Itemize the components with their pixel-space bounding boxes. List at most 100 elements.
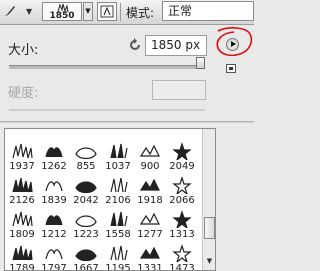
brush-preset-size: 2106 xyxy=(105,195,131,206)
brush-preset-size: 1277 xyxy=(137,229,163,240)
brush-preset-size: 1667 xyxy=(73,263,99,271)
brush-preset-size: 1262 xyxy=(41,161,67,172)
brush-preset-dropdown[interactable]: ▼ xyxy=(83,2,93,21)
brush-preset-cell[interactable]: 1037 xyxy=(103,140,133,172)
hardness-label: 硬度: xyxy=(8,86,39,101)
brush-tip-icon xyxy=(139,246,160,259)
brush-preset-size: 855 xyxy=(76,161,96,172)
brush-tip-icon xyxy=(75,181,97,194)
brush-tip-icon xyxy=(12,211,33,227)
brush-tip-icon xyxy=(110,177,128,193)
brush-tip-icon xyxy=(110,211,128,227)
brush-tip-icon xyxy=(172,176,192,194)
brush-tip-icon xyxy=(172,210,192,228)
brush-preset-size: 1789 xyxy=(9,263,35,271)
brush-tip-icon xyxy=(110,143,128,159)
size-label: 大小: xyxy=(8,43,39,58)
mode-select[interactable]: 正常 xyxy=(162,1,254,21)
brush-preset-cell[interactable]: 1473 xyxy=(167,242,197,271)
brush-preset-picker[interactable]: 1850 xyxy=(42,2,82,21)
brush-tool-button[interactable]: ▼ xyxy=(0,2,38,21)
annotation-circle xyxy=(216,27,253,57)
brush-preset-size: 1918 xyxy=(137,195,163,206)
brush-preset-cell[interactable]: 2049 xyxy=(167,140,197,172)
brush-tip-icon xyxy=(139,212,160,225)
brush-tip-icon xyxy=(45,249,63,260)
brush-preset-size: 2066 xyxy=(169,195,195,206)
hardness-input xyxy=(152,80,206,100)
brush-preset-cell[interactable]: 2066 xyxy=(167,174,197,206)
toggle-brush-panel-button[interactable] xyxy=(97,2,117,21)
brush-preset-size: 1558 xyxy=(105,229,131,240)
panel-divider xyxy=(0,121,254,125)
brush-presets-grid: 1937 1262 855 1037 900 2049 2126 1839 2042 2106 19… xyxy=(4,128,216,271)
brush-tip-icon xyxy=(172,244,192,262)
brush-preset-cell[interactable]: 2106 xyxy=(103,174,133,206)
brush-tip-icon xyxy=(75,147,97,160)
brush-preset-cell[interactable]: 1313 xyxy=(167,208,197,240)
size-input[interactable]: 1850 px xyxy=(145,35,207,56)
brush-preset-size: 1850 xyxy=(49,11,75,21)
size-slider-thumb[interactable] xyxy=(196,57,205,69)
brush-tip-icon xyxy=(45,215,63,226)
brush-preset-cell[interactable]: 900 xyxy=(135,140,165,172)
brush-tip-icon xyxy=(12,143,33,159)
brush-preset-size: 900 xyxy=(140,161,160,172)
brush-preset-cell[interactable]: 2126 xyxy=(7,174,37,206)
new-preset-icon[interactable] xyxy=(226,64,236,73)
brush-preset-size: 1313 xyxy=(169,229,195,240)
reset-size-icon[interactable] xyxy=(128,38,142,52)
brush-preset-size: 1331 xyxy=(137,263,163,271)
brush-preset-cell[interactable]: 1262 xyxy=(39,140,69,172)
brush-preset-cell[interactable]: 2042 xyxy=(71,174,101,206)
brush-preset-cell[interactable]: 1212 xyxy=(39,208,69,240)
brush-preset-size: 2042 xyxy=(73,195,99,206)
brush-preset-cell[interactable]: 1667 xyxy=(71,242,101,271)
brush-tip-icon xyxy=(139,178,160,191)
brush-preset-size: 2126 xyxy=(9,195,35,206)
options-bar: ▼ 1850 ▼ 模式: 正常 xyxy=(0,0,254,25)
brush-preset-size: 1937 xyxy=(9,161,35,172)
chevron-down-icon: ▼ xyxy=(26,7,33,16)
brush-preset-size: 1797 xyxy=(41,263,67,271)
brush-preset-size: 1839 xyxy=(41,195,67,206)
hardness-slider xyxy=(9,109,205,111)
brush-preset-cell[interactable]: 1277 xyxy=(135,208,165,240)
brush-preset-cell[interactable]: 1809 xyxy=(7,208,37,240)
brush-preset-cell[interactable]: 1195 xyxy=(103,242,133,271)
brush-preset-size: 2049 xyxy=(169,161,195,172)
brush-tip-icon xyxy=(45,181,63,192)
scroll-down-icon[interactable]: ▼ xyxy=(204,255,215,268)
brush-preset-size: 1809 xyxy=(9,229,35,240)
presets-scrollbar[interactable]: ▼ xyxy=(202,129,215,270)
chevron-down-icon: ▼ xyxy=(85,7,91,15)
mode-label: 模式: xyxy=(126,6,155,20)
brush-preset-size: 1195 xyxy=(105,263,131,271)
brush-preset-size: 1473 xyxy=(169,263,195,271)
brush-preset-size: 1037 xyxy=(105,161,131,172)
brush-preset-cell[interactable]: 1937 xyxy=(7,140,37,172)
brush-preset-cell[interactable]: 1918 xyxy=(135,174,165,206)
brush-icon xyxy=(5,6,15,16)
brush-preset-cell[interactable]: 1789 xyxy=(7,242,37,271)
brush-preset-cell[interactable]: 1331 xyxy=(135,242,165,271)
brush-tip-icon xyxy=(75,215,97,228)
brush-tip-icon xyxy=(110,245,128,261)
brush-preset-cell[interactable]: 1223 xyxy=(71,208,101,240)
brush-tip-icon xyxy=(75,249,97,262)
size-slider[interactable] xyxy=(9,65,205,69)
brush-preset-size: 1223 xyxy=(73,229,99,240)
brush-preset-cell[interactable]: 1839 xyxy=(39,174,69,206)
scrollbar-thumb[interactable] xyxy=(204,217,215,239)
brush-tip-icon xyxy=(172,142,192,160)
brush-tip-icon xyxy=(12,177,33,193)
brush-preset-size: 1212 xyxy=(41,229,67,240)
brush-preset-cell[interactable]: 1558 xyxy=(103,208,133,240)
brush-preset-cell[interactable]: 1797 xyxy=(39,242,69,271)
brush-tip-icon xyxy=(12,245,33,261)
brush-tip-icon xyxy=(45,147,63,158)
brush-preset-panel: 大小: 1850 px 硬度: 1937 1262 855 1037 900 2049 21… xyxy=(0,25,254,271)
brush-panel-icon xyxy=(100,5,114,18)
divider xyxy=(120,3,121,21)
brush-preset-cell[interactable]: 855 xyxy=(71,140,101,172)
